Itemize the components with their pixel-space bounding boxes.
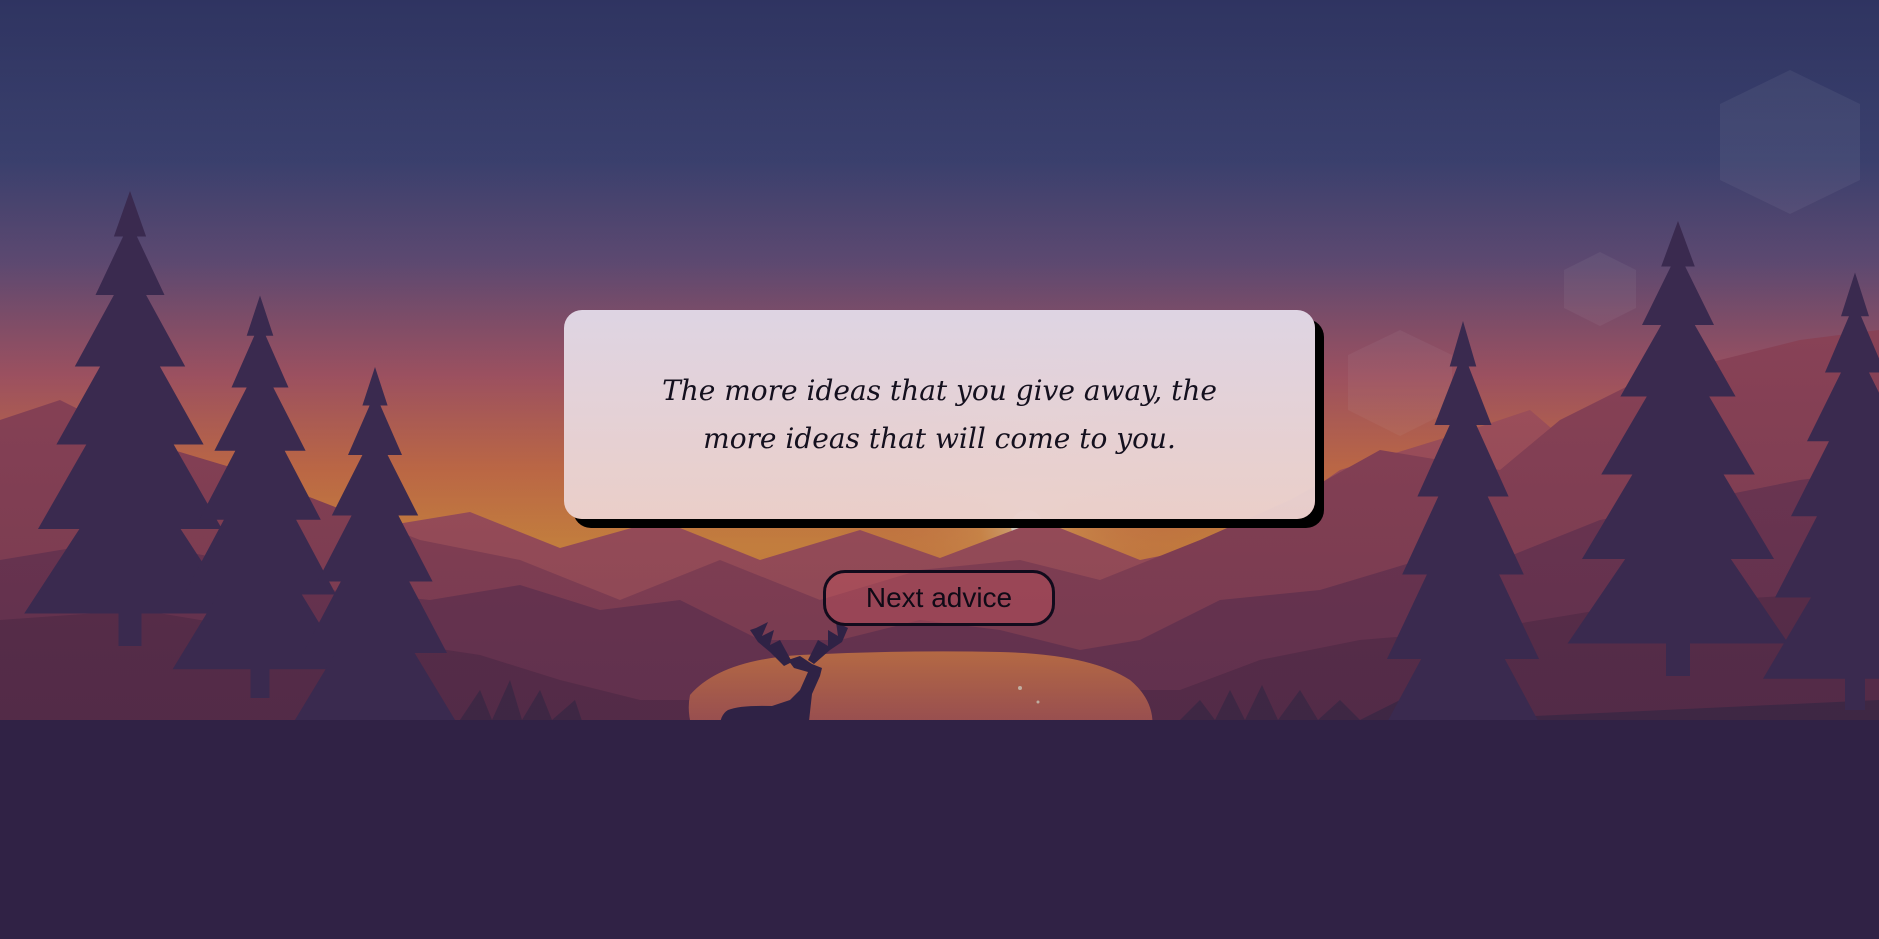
next-advice-button[interactable]: Next advice	[823, 570, 1055, 626]
advice-card: The more ideas that you give away, the m…	[564, 310, 1315, 519]
advice-quote: The more ideas that you give away, the m…	[662, 373, 1217, 455]
